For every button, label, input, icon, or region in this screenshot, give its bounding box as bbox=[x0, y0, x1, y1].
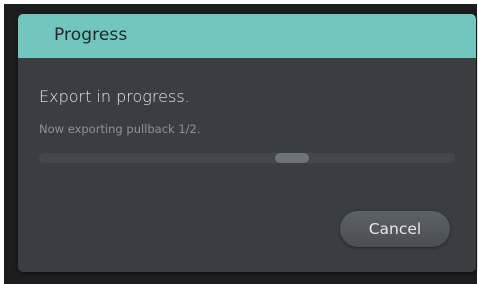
cancel-button[interactable]: Cancel bbox=[340, 211, 450, 247]
progress-bar bbox=[39, 153, 455, 163]
dialog-header: Progress bbox=[18, 14, 476, 58]
progress-indicator bbox=[275, 153, 309, 163]
progress-message: Export in progress. bbox=[39, 87, 190, 106]
dialog-title: Progress bbox=[54, 25, 128, 45]
progress-status: Now exporting pullback 1/2. bbox=[39, 122, 201, 136]
progress-dialog: Progress Export in progress. Now exporti… bbox=[18, 14, 476, 272]
